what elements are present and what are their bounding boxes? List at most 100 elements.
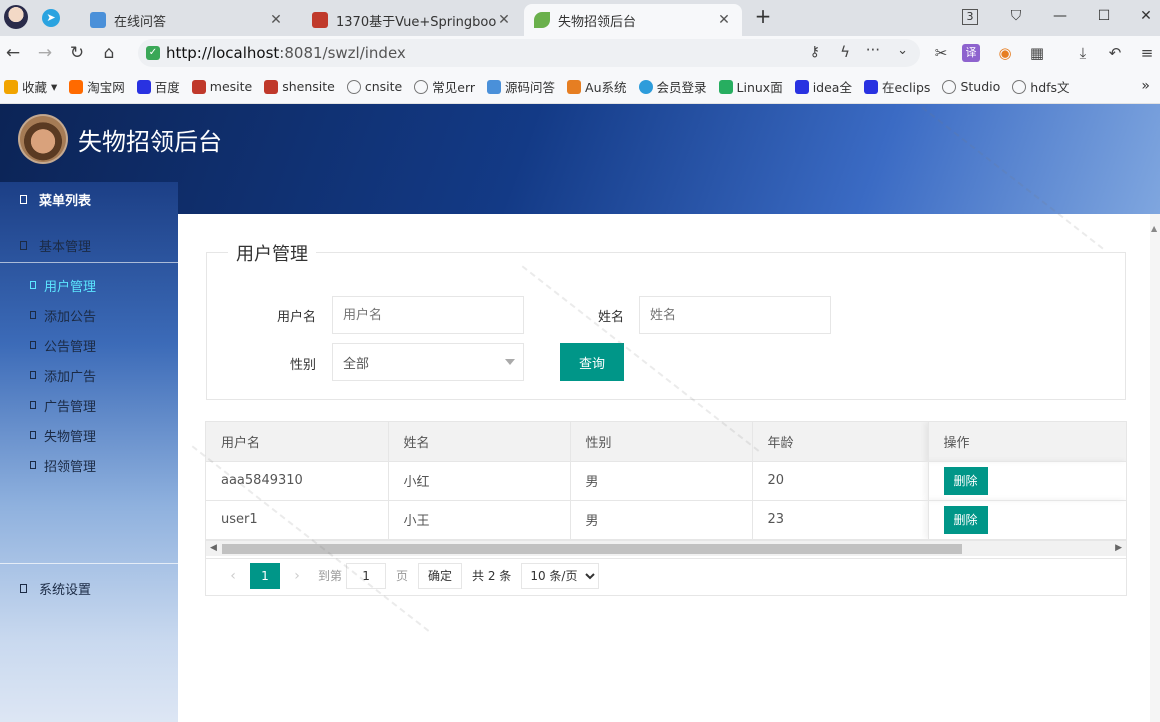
bookmark-eclipse[interactable]: 在eclips xyxy=(863,77,930,96)
query-button[interactable]: 查询 xyxy=(560,343,624,381)
scrollbar-thumb[interactable] xyxy=(222,544,962,554)
bookmark-au-system[interactable]: Au系统 xyxy=(567,77,627,96)
menu-icon[interactable]: ≡ xyxy=(1136,44,1158,62)
bookmark-common-err[interactable]: 常见err xyxy=(414,77,475,96)
close-icon[interactable]: ✕ xyxy=(496,12,512,28)
bookmark-mesite[interactable]: mesite xyxy=(191,79,252,94)
goto-page-input[interactable] xyxy=(346,562,387,589)
back-icon[interactable]: ← xyxy=(2,43,24,63)
bookmark-hdfs[interactable]: hdfs文 xyxy=(1012,77,1070,96)
page-size-select[interactable]: 10 条/页 xyxy=(521,562,600,589)
table-header-row: 用户名 姓名 性别 年龄 操作 xyxy=(206,422,1126,462)
sidebar-item-add-ad[interactable]: 添加广告 xyxy=(0,360,178,390)
sidebar-item-add-notice[interactable]: 添加公告 xyxy=(0,300,178,330)
address-toolbar: ← → ↻ ⌂ ✓ http://localhost:8081/swzl/ind… xyxy=(0,36,1160,70)
minimize-icon[interactable]: — xyxy=(1050,8,1070,24)
delete-button[interactable]: 删除 xyxy=(943,505,988,534)
bookmark-idea[interactable]: idea全 xyxy=(794,77,852,96)
logo-avatar xyxy=(18,114,68,164)
new-tab-icon[interactable]: + xyxy=(752,6,774,28)
bookmark-studio[interactable]: Studio xyxy=(942,79,1000,94)
telegram-icon[interactable]: ➤ xyxy=(42,9,60,27)
shield-icon xyxy=(718,79,733,94)
menu-list-header: 菜单列表 xyxy=(0,182,178,217)
undo-icon[interactable]: ↶ xyxy=(1104,44,1126,62)
apps-grid-icon[interactable]: ▦ xyxy=(1026,44,1048,62)
bookmark-shensite[interactable]: shensite xyxy=(264,79,335,94)
username-input[interactable] xyxy=(332,296,524,334)
chevron-down-icon[interactable]: ⌄ xyxy=(897,43,908,58)
cell-action: 删除 xyxy=(927,461,1126,501)
confirm-button[interactable]: 确定 xyxy=(418,562,463,589)
bookmark-member-login[interactable]: 会员登录 xyxy=(638,77,707,96)
scroll-right-icon[interactable]: ▶ xyxy=(1115,543,1122,553)
current-page[interactable]: 1 xyxy=(250,562,280,589)
bookmark-cnsite[interactable]: cnsite xyxy=(346,79,402,94)
horizontal-scrollbar[interactable]: ◀ ▶ xyxy=(206,540,1126,556)
square-icon xyxy=(30,371,36,379)
gamepad-icon[interactable]: ◉ xyxy=(994,44,1016,62)
download-icon[interactable]: ⤓ xyxy=(1072,44,1094,62)
scroll-up-icon[interactable]: ▲ xyxy=(1151,224,1157,233)
forward-icon[interactable]: → xyxy=(34,43,56,63)
tab-vue-springboot[interactable]: 1370基于Vue+Springboot篇 ✕ xyxy=(302,4,522,36)
url-field[interactable]: ✓ http://localhost:8081/swzl/index ⚷ ϟ ·… xyxy=(138,39,920,67)
tab-count-icon[interactable]: 3 xyxy=(962,9,978,25)
bookmark-taobao[interactable]: 淘宝网 xyxy=(69,77,125,96)
profile-avatar-icon[interactable] xyxy=(4,5,28,29)
column-header-name[interactable]: 姓名 xyxy=(388,422,571,462)
delete-button[interactable]: 删除 xyxy=(943,466,988,495)
name-input[interactable] xyxy=(639,296,831,334)
username-label: 用户名 xyxy=(276,310,316,325)
prev-page-icon[interactable]: ‹ xyxy=(218,563,248,589)
reload-icon[interactable]: ↻ xyxy=(66,43,88,63)
close-icon[interactable]: ✕ xyxy=(716,12,732,28)
sidebar-item-ad-management[interactable]: 广告管理 xyxy=(0,390,178,420)
cell-name: 小王 xyxy=(388,500,571,540)
sidebar-item-lost-management[interactable]: 失物管理 xyxy=(0,420,178,450)
scissors-icon[interactable]: ✂ xyxy=(930,44,952,62)
translate-icon[interactable]: 译 xyxy=(962,44,980,62)
square-icon xyxy=(20,241,27,250)
globe-icon xyxy=(346,79,361,94)
chevron-right-icon[interactable]: » xyxy=(1141,78,1150,94)
next-page-icon[interactable]: › xyxy=(282,563,312,589)
tab-online-qa[interactable]: 在线问答 ✕ xyxy=(80,4,294,36)
bookmark-source-qa[interactable]: 源码问答 xyxy=(487,77,555,96)
sidebar-item-notice-management[interactable]: 公告管理 xyxy=(0,330,178,360)
baidu-icon xyxy=(136,79,151,94)
lightning-icon[interactable]: ϟ xyxy=(840,43,850,61)
gender-select[interactable]: 全部 xyxy=(332,343,524,381)
square-icon xyxy=(20,583,27,593)
cell-age: 23 xyxy=(752,500,929,540)
sidebar-item-user-management[interactable]: 用户管理 xyxy=(0,270,178,300)
gender-selected-value: 全部 xyxy=(343,356,370,372)
window-close-icon[interactable]: ✕ xyxy=(1136,8,1156,24)
sidebar-item-found-management[interactable]: 招领管理 xyxy=(0,450,178,480)
column-header-age[interactable]: 年龄 xyxy=(752,422,929,462)
close-icon[interactable]: ✕ xyxy=(268,12,284,28)
bookmarks-bar: 收藏 ▾ 淘宝网 百度 mesite shensite cnsite 常见err… xyxy=(0,70,1160,104)
menu-group-basic[interactable]: 基本管理 xyxy=(0,229,178,263)
bookmark-favorites[interactable]: 收藏 ▾ xyxy=(4,77,57,96)
page-skip: 到第 页 确定 xyxy=(318,562,463,589)
baidu-icon xyxy=(863,79,878,94)
more-icon[interactable]: ··· xyxy=(866,41,880,59)
shirt-icon[interactable]: ⛉ xyxy=(1006,8,1026,24)
tab-label: 失物招领后台 xyxy=(558,14,637,30)
column-header-gender[interactable]: 性别 xyxy=(570,422,753,462)
cell-gender: 男 xyxy=(570,461,753,501)
bookmark-linux[interactable]: Linux面 xyxy=(718,77,783,96)
maximize-icon[interactable]: ☐ xyxy=(1094,8,1114,24)
menu-group-system[interactable]: 系统设置 xyxy=(0,571,178,605)
tab-lost-found-admin[interactable]: 失物招领后台 ✕ xyxy=(524,4,742,36)
scroll-left-icon[interactable]: ◀ xyxy=(210,543,217,553)
column-header-username[interactable]: 用户名 xyxy=(206,422,389,462)
key-icon[interactable]: ⚷ xyxy=(810,44,820,60)
bookmark-baidu[interactable]: 百度 xyxy=(136,77,180,96)
page-unit-label: 页 xyxy=(396,569,409,583)
home-icon[interactable]: ⌂ xyxy=(98,43,120,63)
gender-label: 性别 xyxy=(289,358,316,373)
vertical-scrollbar[interactable]: ▲ xyxy=(1150,214,1160,722)
taobao-icon xyxy=(69,79,84,94)
